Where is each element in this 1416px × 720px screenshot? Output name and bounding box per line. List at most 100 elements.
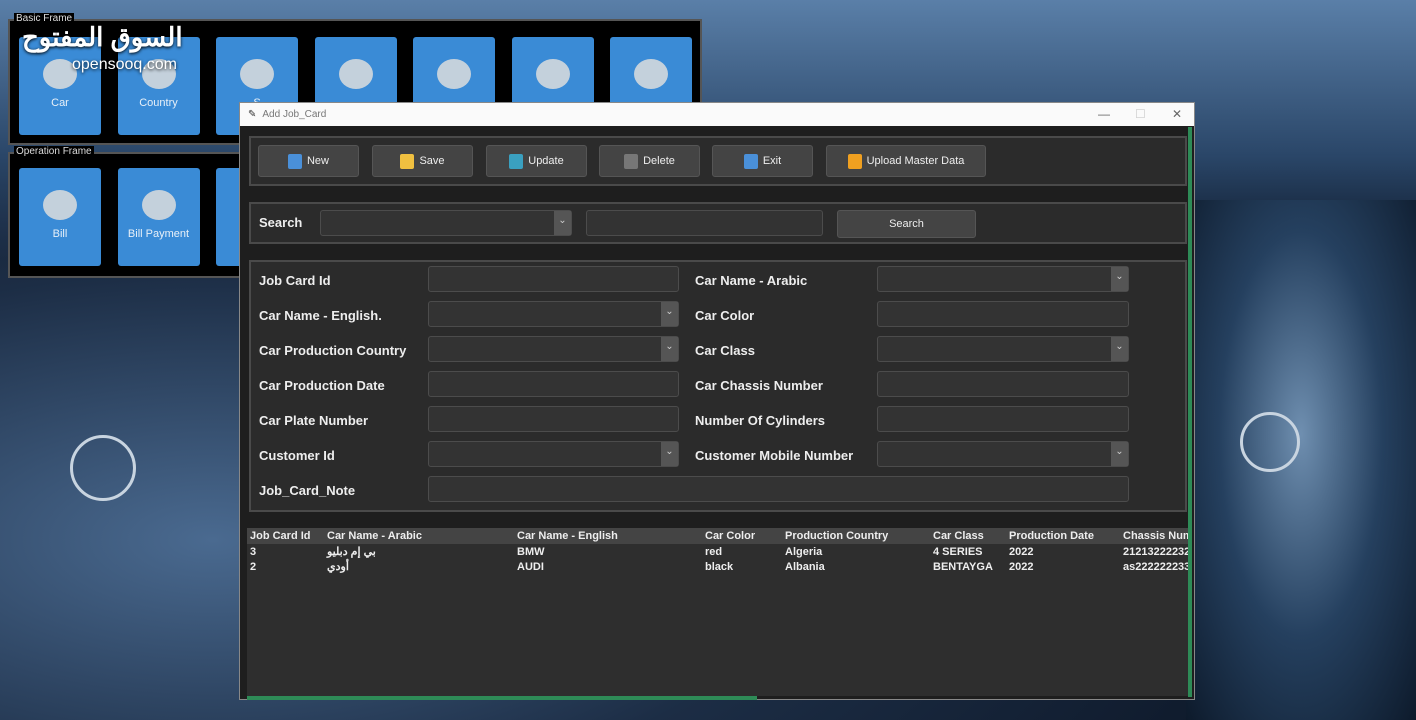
table-cell: أودي — [327, 561, 349, 573]
close-button[interactable]: ✕ — [1172, 107, 1182, 121]
new-file-icon — [287, 153, 302, 169]
search-label: Search — [259, 215, 303, 230]
table-cell: as222222233 — [1123, 560, 1189, 573]
column-header[interactable]: Car Name - English — [514, 528, 702, 544]
delete-button[interactable]: Delete — [599, 145, 700, 177]
tile-label: Car — [51, 97, 69, 109]
tile-icon — [43, 190, 77, 220]
table-cell: Albania — [785, 560, 825, 573]
table-cell: 21213222232 — [1123, 545, 1189, 558]
field-label: Car Production Date — [259, 378, 385, 393]
field-input[interactable] — [877, 266, 1129, 292]
field-label: Car Name - Arabic — [695, 273, 808, 288]
field-input[interactable] — [877, 371, 1129, 397]
field-input[interactable] — [428, 301, 679, 327]
update-button[interactable]: Update — [486, 145, 587, 177]
folder-icon — [847, 153, 862, 169]
job-card-form: Job Card Id Car Name - English. Car Produc… — [249, 260, 1187, 512]
field-label: Job_Card_Note — [259, 483, 356, 498]
car-logo — [70, 435, 136, 501]
watermark-logo: السوق المفتوح — [22, 22, 183, 52]
field-label: Car Class — [695, 343, 755, 358]
exit-button[interactable]: Exit — [712, 145, 813, 177]
table-cell: 2022 — [1009, 560, 1034, 573]
tile-icon — [338, 59, 373, 89]
button-label: Upload Master Data — [866, 155, 965, 167]
field-label: Job Card Id — [259, 273, 331, 288]
search-input[interactable] — [586, 210, 823, 236]
field-input[interactable] — [428, 476, 1129, 502]
tile-icon — [634, 59, 668, 89]
field-input[interactable] — [877, 301, 1129, 327]
field-label: Car Production Country — [259, 343, 407, 358]
column-header[interactable]: Production Country — [782, 528, 930, 544]
new-button[interactable]: New — [258, 145, 359, 177]
field-input[interactable] — [428, 336, 679, 362]
field-label: Car Color — [695, 308, 755, 323]
tile-label: Bill Payment — [127, 228, 190, 240]
field-input[interactable] — [877, 336, 1129, 362]
field-input[interactable] — [877, 441, 1129, 467]
button-label: Delete — [643, 155, 675, 167]
column-header[interactable]: Job Card Id — [247, 528, 324, 544]
frame-label: Operation Frame — [14, 146, 94, 157]
tile-operation[interactable]: Bill Payment — [117, 168, 200, 266]
column-header[interactable]: Car Color — [702, 528, 782, 544]
trash-icon — [624, 153, 639, 169]
tile-icon — [141, 190, 176, 220]
search-button-label: Search — [889, 218, 924, 230]
field-input[interactable] — [428, 406, 679, 432]
upload-master-data-button[interactable]: Upload Master Data — [826, 145, 986, 177]
field-label: Customer Id — [259, 448, 335, 463]
field-label: Customer Mobile Number — [695, 448, 854, 463]
table-cell: Algeria — [785, 545, 823, 558]
column-header[interactable]: Car Class — [930, 528, 1006, 544]
button-label: Save — [419, 155, 445, 167]
table-cell: 2 — [250, 560, 257, 573]
column-header[interactable]: Car Name - Arabic — [324, 528, 514, 544]
column-header[interactable]: Chassis Num — [1120, 528, 1189, 544]
tile-icon — [437, 59, 471, 89]
update-icon — [509, 153, 524, 169]
horizontal-scrollbar[interactable] — [247, 696, 757, 700]
title-bar: ✎ Add Job_Card — [240, 103, 1194, 126]
field-label: Car Chassis Number — [695, 378, 823, 393]
field-label: Car Plate Number — [259, 413, 369, 428]
button-label: New — [306, 155, 329, 167]
add-job-card-dialog: ✎ Add Job_Card — ☐ ✕ New Save Update Delete E… — [239, 102, 1195, 700]
feather-icon: ✎ — [248, 109, 257, 120]
column-header[interactable]: Production Date — [1006, 528, 1120, 544]
watermark-logo: opensooq.com — [72, 56, 177, 73]
window-title: Add Job_Card — [262, 109, 327, 120]
table-row[interactable]: 2 أودي AUDI black Albania BENTAYGA 2022 as22222… — [247, 559, 1189, 574]
tile-label: Country — [139, 97, 178, 109]
table-cell: red — [705, 545, 723, 558]
field-input[interactable] — [877, 406, 1129, 432]
table-cell: AUDI — [517, 560, 544, 573]
field-input[interactable] — [428, 266, 679, 292]
tile-operation[interactable]: Bill — [19, 168, 101, 266]
field-label: Car Name - English. — [259, 308, 382, 323]
search-button[interactable]: Search — [837, 210, 976, 238]
save-icon — [400, 153, 415, 169]
field-input[interactable] — [428, 371, 679, 397]
field-input[interactable] — [428, 441, 679, 467]
button-label: Exit — [762, 155, 782, 167]
search-field-select[interactable] — [320, 210, 572, 236]
field-label: Number Of Cylinders — [695, 413, 826, 428]
search-bar: Search Search — [249, 202, 1187, 244]
save-button[interactable]: Save — [372, 145, 473, 177]
maximize-button[interactable]: ☐ — [1135, 107, 1146, 121]
table-cell: 2022 — [1009, 545, 1034, 558]
job-card-table: Job Card Id Car Name - Arabic Car Name - E… — [247, 528, 1189, 696]
table-cell: BMW — [517, 545, 545, 558]
table-cell: BENTAYGA — [933, 560, 993, 573]
tile-icon — [240, 59, 274, 89]
vertical-scrollbar[interactable] — [1188, 127, 1192, 697]
table-cell: black — [705, 560, 734, 573]
table-cell: 4 SERIES — [933, 545, 983, 558]
exit-icon — [743, 153, 758, 169]
table-cell: 3 — [250, 545, 257, 558]
minimize-button[interactable]: — — [1098, 107, 1110, 121]
table-row[interactable]: 3 بي إم دبليو BMW red Algeria 4 SERIES 2022 212… — [247, 544, 1189, 559]
